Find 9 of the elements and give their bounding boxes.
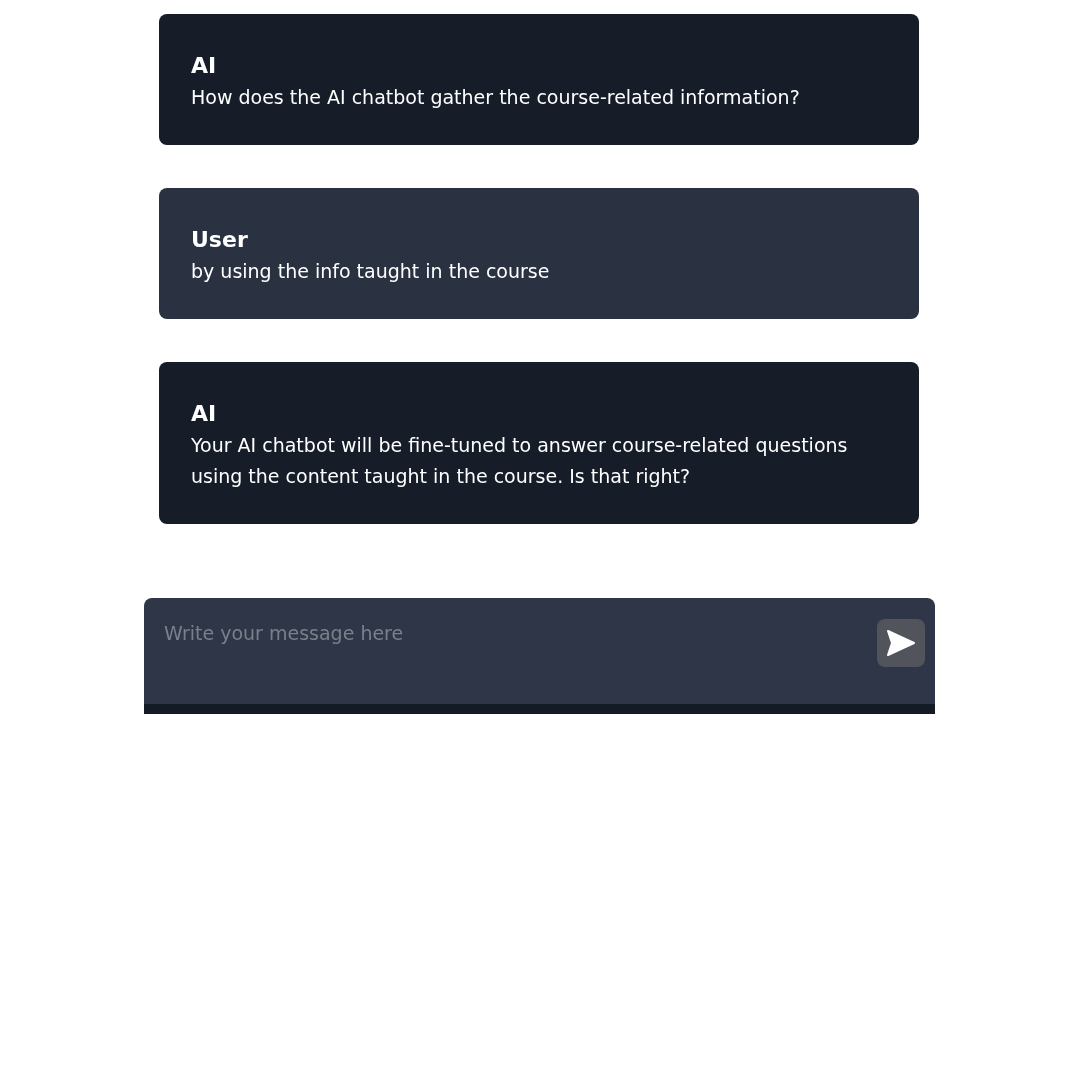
send-button[interactable] [877,619,925,667]
message-text: How does the AI chatbot gather the course-related information? [191,85,801,110]
send-icon [886,629,916,657]
message-text: Your AI chatbot will be fine-tuned to answer course-related questions using the content taught in the course. Is that right? [191,433,849,489]
message-field[interactable]: Write your message here [164,622,877,644]
sender-name: AI [191,52,218,80]
message-text: by using the info taught in the course [191,259,551,284]
sender-name: AI [191,400,218,428]
sender-name: User [191,226,249,254]
